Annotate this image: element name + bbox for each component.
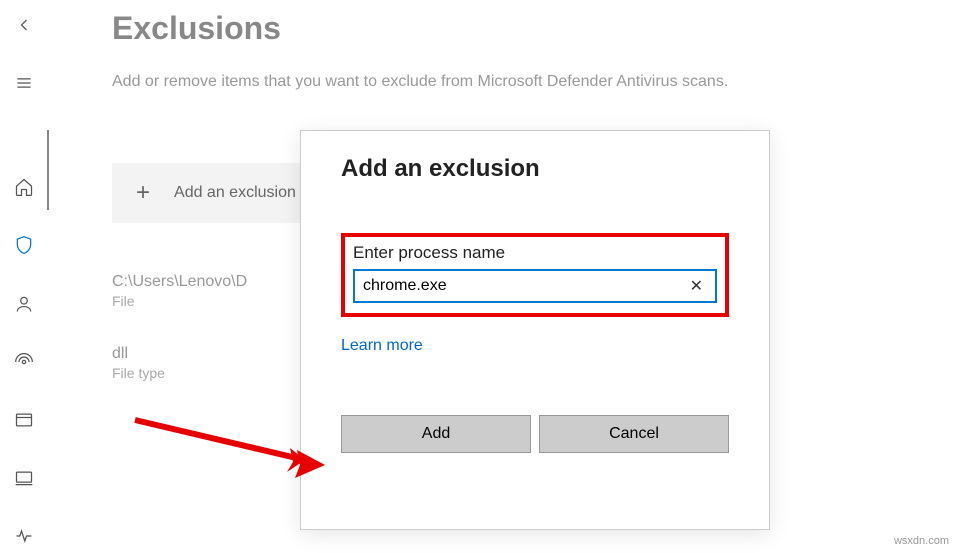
cancel-button[interactable]: Cancel bbox=[539, 415, 729, 453]
input-highlight-box: Enter process name ✕ bbox=[341, 233, 729, 317]
process-name-input-wrap: ✕ bbox=[353, 269, 717, 303]
back-button[interactable] bbox=[4, 8, 44, 42]
add-exclusion-dialog: Add an exclusion Enter process name ✕ Le… bbox=[300, 130, 770, 530]
sidebar bbox=[0, 0, 48, 553]
account-icon[interactable] bbox=[4, 287, 44, 321]
firewall-icon[interactable] bbox=[4, 345, 44, 379]
add-exclusion-label: Add an exclusion bbox=[174, 184, 296, 202]
home-icon[interactable] bbox=[4, 170, 44, 204]
add-button[interactable]: Add bbox=[341, 415, 531, 453]
learn-more-link[interactable]: Learn more bbox=[341, 337, 423, 355]
plus-icon: + bbox=[136, 179, 150, 207]
shield-icon[interactable] bbox=[4, 228, 44, 262]
dialog-title: Add an exclusion bbox=[341, 155, 729, 183]
menu-button[interactable] bbox=[4, 66, 44, 100]
watermark: wsxdn.com bbox=[894, 535, 949, 547]
scroll-indicator bbox=[47, 130, 49, 210]
device-security-icon[interactable] bbox=[4, 461, 44, 495]
process-name-label: Enter process name bbox=[353, 243, 717, 263]
device-health-icon[interactable] bbox=[4, 519, 44, 553]
app-browser-icon[interactable] bbox=[4, 403, 44, 437]
page-description: Add or remove items that you want to exc… bbox=[112, 71, 812, 93]
dialog-button-row: Add Cancel bbox=[341, 415, 729, 453]
process-name-input[interactable] bbox=[363, 277, 686, 295]
clear-input-icon[interactable]: ✕ bbox=[686, 276, 707, 296]
page-title: Exclusions bbox=[112, 10, 895, 47]
